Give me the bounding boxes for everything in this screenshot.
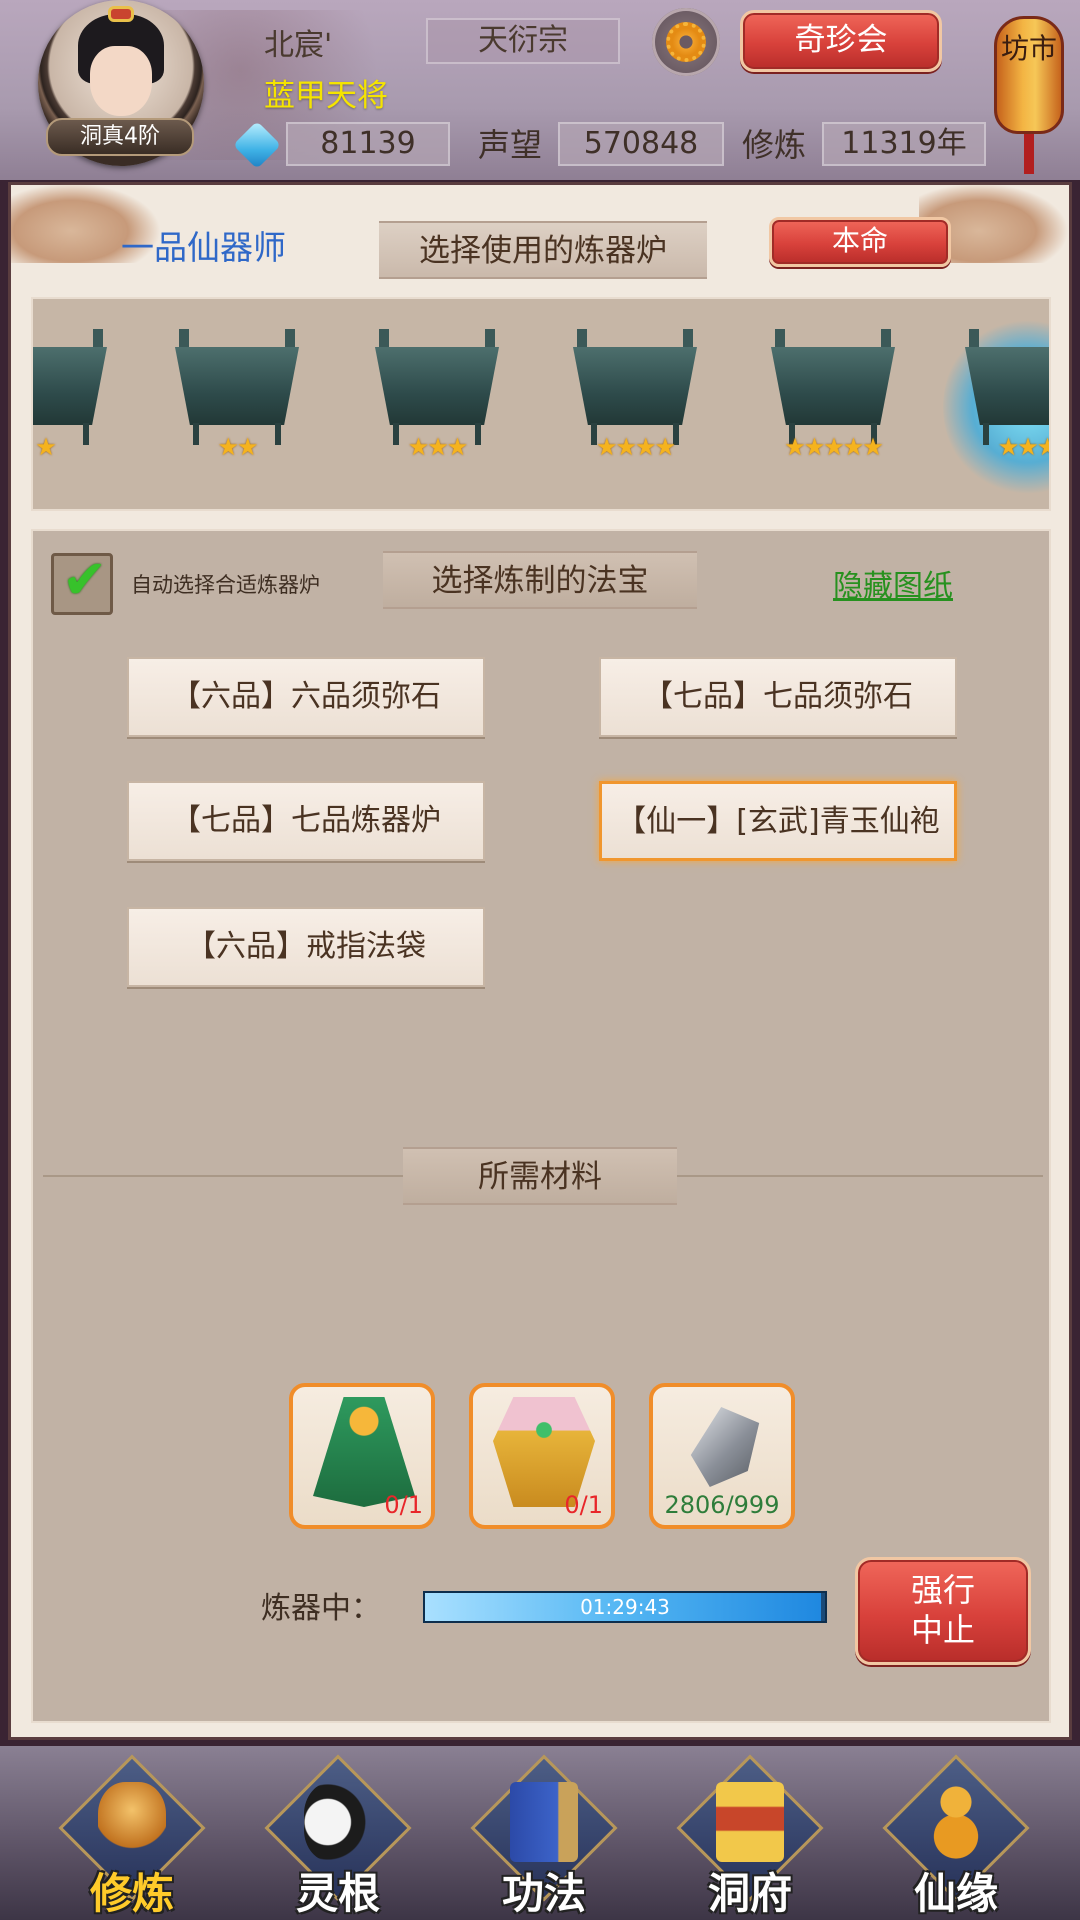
furnace-item[interactable]: ★★★★ (567, 329, 703, 479)
pagoda-icon (716, 1782, 784, 1862)
nav-cultivate[interactable]: 修炼 (52, 1754, 212, 1918)
select-furnace-heading: 选择使用的炼器炉 (379, 221, 707, 279)
recipe-item[interactable]: 【六品】戒指法袋 (127, 907, 485, 987)
nav-label: 灵根 (295, 1869, 380, 1918)
furnace-item[interactable]: ★ (33, 329, 113, 479)
recipe-label: 【六品】戒指法袋 (186, 929, 426, 964)
yin-yang-sword-icon (304, 1782, 372, 1862)
furnace-stars: ★★★★ (595, 433, 676, 461)
material-slot[interactable]: 0/1 (289, 1383, 435, 1529)
furnace-item[interactable]: ★★ (169, 329, 305, 479)
settings-button[interactable] (652, 8, 720, 76)
force-stop-button[interactable]: 强行 中止 (855, 1557, 1031, 1665)
meditating-monk-icon (98, 1782, 166, 1862)
nav-fortune[interactable]: 仙缘 (876, 1754, 1036, 1918)
gear-icon (666, 22, 706, 62)
player-title: 蓝甲天将 (264, 78, 388, 114)
forge-panel: 一品仙器师 选择使用的炼器炉 本命 ★ ★★ ★★★ ★★★★ ★★★★★ ★★… (8, 182, 1072, 1740)
recipe-label: 【七品】七品炼器炉 (171, 803, 441, 838)
lantern-tassel (1024, 134, 1034, 174)
market-label: 坊市 (1000, 32, 1057, 65)
stop-label-line2: 中止 (910, 1611, 975, 1649)
cultivation-label: 修炼 (742, 126, 807, 164)
recipe-item[interactable]: 【七品】七品炼器炉 (127, 781, 485, 861)
furnace-stars: ★ (35, 433, 57, 461)
spirit-stone-count: 81139 (286, 122, 450, 166)
auto-select-label: 自动选择合适炼器炉 (131, 573, 320, 597)
material-slot[interactable]: 2806/999 (649, 1383, 795, 1529)
artificer-rank: 一品仙器师 (121, 228, 286, 267)
cauldron-icon (175, 347, 299, 425)
cauldron-icon (965, 347, 1049, 425)
nav-label: 修炼 (89, 1869, 174, 1918)
recipe-item[interactable]: 【七品】七品须弥石 (599, 657, 957, 737)
nav-spirit-root[interactable]: 灵根 (258, 1754, 418, 1918)
avatar-face (90, 46, 152, 116)
nav-label: 仙缘 (913, 1869, 998, 1918)
furnace-item[interactable]: ★★★ (369, 329, 505, 479)
recipe-label: 【七品】七品须弥石 (643, 679, 913, 714)
natal-furnace-button[interactable]: 本命 (769, 217, 951, 267)
material-slot[interactable]: 0/1 (469, 1383, 615, 1529)
nav-label: 功法 (501, 1869, 586, 1918)
auto-select-checkbox[interactable]: ✔ (51, 548, 113, 615)
treasure-selection-area: ✔ 自动选择合适炼器炉 选择炼制的法宝 隐藏图纸 【六品】六品须弥石 【七品】七… (31, 529, 1051, 1723)
player-name: 北宸' (264, 28, 333, 63)
forging-timer: 01:29:43 (580, 1595, 670, 1619)
furnace-item[interactable]: ★★★★★ (765, 329, 901, 479)
iron-ore-icon (690, 1407, 760, 1487)
furnace-item-glowing[interactable]: ★★★ (943, 317, 1051, 497)
gourd-icon (922, 1782, 990, 1862)
nav-cave-dwelling[interactable]: 洞府 (670, 1754, 830, 1918)
forging-progress-bar: 01:29:43 (423, 1591, 827, 1623)
cauldron-icon (33, 347, 107, 425)
recipe-item-selected[interactable]: 【仙一】[玄武]青玉仙袍 (599, 781, 957, 861)
avatar-crown (108, 6, 134, 22)
prestige-label: 声望 (478, 126, 543, 164)
furnace-stars: ★★ (217, 433, 258, 461)
material-count: 0/1 (564, 1491, 603, 1519)
top-status-bar: 洞真4阶 北宸' 蓝甲天将 天衍宗 奇珍会 坊市 81139 声望 570848… (0, 0, 1080, 180)
material-count: 0/1 (384, 1491, 423, 1519)
cauldron-icon (375, 347, 499, 425)
nav-label: 洞府 (707, 1869, 792, 1918)
cultivation-value: 11319年 (822, 122, 986, 166)
cauldron-icon (573, 347, 697, 425)
recipe-label: 【仙一】[玄武]青玉仙袍 (616, 804, 940, 839)
furnace-carousel[interactable]: ★ ★★ ★★★ ★★★★ ★★★★★ ★★★ (31, 297, 1051, 511)
recipe-item[interactable]: 【六品】六品须弥石 (127, 657, 485, 737)
market-lantern-button[interactable]: 坊市 (990, 0, 1068, 175)
bottom-navigation: 修炼 灵根 功法 洞府 仙缘 (0, 1746, 1080, 1920)
stop-label-line1: 强行 (910, 1571, 975, 1609)
furnace-stars: ★★★★★ (784, 433, 884, 461)
furnace-stars: ★★★ (407, 433, 469, 461)
nav-technique[interactable]: 功法 (464, 1754, 624, 1918)
scripture-book-icon (510, 1782, 578, 1862)
cauldron-icon (771, 347, 895, 425)
recipe-label: 【六品】六品须弥石 (171, 679, 441, 714)
checkmark-icon: ✔ (62, 548, 108, 611)
sect-name[interactable]: 天衍宗 (426, 18, 620, 64)
required-materials-heading: 所需材料 (403, 1147, 677, 1205)
forging-status-label: 炼器中： (261, 1591, 381, 1626)
realm-rank-badge: 洞真4阶 (46, 118, 194, 156)
select-treasure-heading: 选择炼制的法宝 (383, 551, 697, 609)
prestige-value: 570848 (558, 122, 724, 166)
treasure-auction-button[interactable]: 奇珍会 (740, 10, 942, 72)
material-count: 2806/999 (664, 1491, 780, 1519)
furnace-stars: ★★★ (997, 433, 1051, 461)
hide-blueprints-link[interactable]: 隐藏图纸 (833, 561, 953, 605)
